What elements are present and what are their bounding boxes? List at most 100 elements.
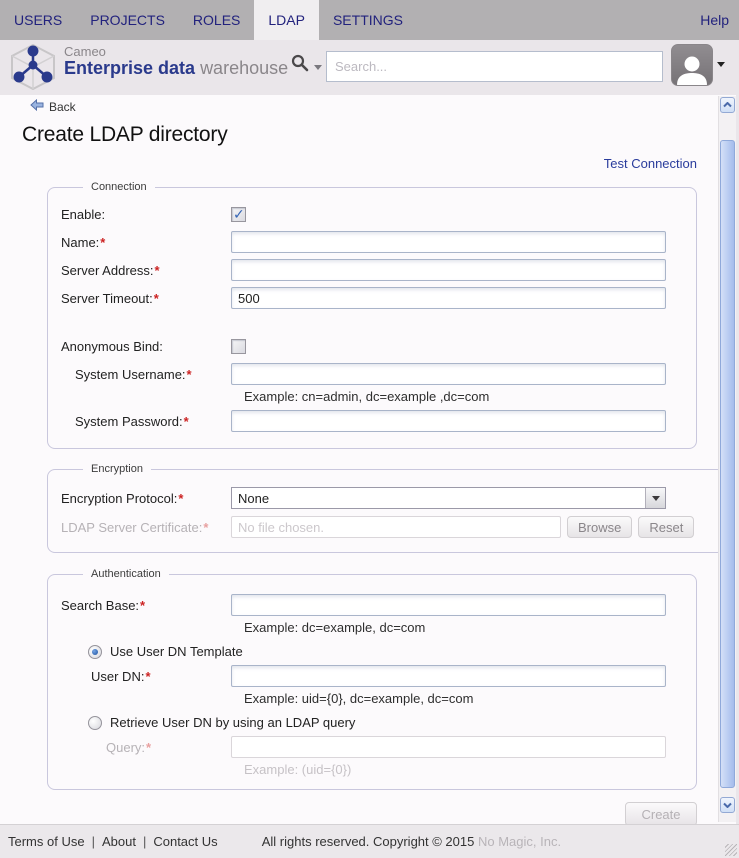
reset-button[interactable]: Reset (638, 516, 695, 538)
terms-of-use-link[interactable]: Terms of Use (8, 834, 85, 849)
nav-tab-ldap[interactable]: LDAP (254, 0, 319, 40)
ldap-query-option[interactable]: Retrieve User DN by using an LDAP query (88, 715, 666, 730)
browse-button[interactable]: Browse (567, 516, 633, 538)
user-dn-input[interactable] (231, 665, 666, 687)
enable-label: Enable: (61, 207, 106, 222)
enable-checkbox[interactable] (231, 206, 246, 223)
brand-text: Cameo Enterprise data warehouse (64, 45, 288, 78)
select-dropdown-button[interactable] (645, 488, 665, 508)
server-address-row: Server Address:* (61, 259, 666, 281)
user-menu-caret-icon[interactable] (717, 62, 725, 67)
anonymous-bind-checkbox[interactable] (231, 339, 246, 354)
ldap-query-label: Retrieve User DN by using an LDAP query (110, 715, 356, 730)
required-asterisk: * (183, 413, 189, 429)
user-dn-row: User DN:* (61, 665, 666, 687)
name-label: Name:* (61, 234, 106, 250)
connection-fieldset: Connection Enable: Name:* Server Address… (47, 181, 697, 449)
server-timeout-row: Server Timeout:* (61, 287, 666, 309)
user-dn-hint: Example: uid={0}, dc=example, dc=com (244, 691, 474, 706)
required-asterisk: * (146, 739, 152, 755)
enable-row: Enable: (61, 206, 666, 223)
required-asterisk: * (154, 262, 160, 278)
search-base-hint: Example: dc=example, dc=com (244, 620, 426, 635)
certificate-input (231, 516, 561, 538)
system-password-input[interactable] (231, 410, 666, 432)
nav-tab-users[interactable]: USERS (0, 0, 76, 40)
name-row: Name:* (61, 231, 666, 253)
required-asterisk: * (178, 490, 184, 506)
system-password-label: System Password:* (75, 413, 189, 429)
scrollbar-thumb[interactable] (720, 140, 735, 788)
brand-warehouse: warehouse (200, 57, 289, 78)
chevron-down-icon (651, 495, 660, 501)
encryption-protocol-select[interactable]: None (231, 487, 666, 509)
about-link[interactable]: About (102, 834, 136, 849)
system-username-input[interactable] (231, 363, 666, 385)
system-username-label: System Username:* (75, 366, 192, 382)
resize-grip-icon[interactable] (725, 844, 737, 856)
test-connection-link[interactable]: Test Connection (604, 156, 697, 171)
use-dn-template-radio[interactable] (88, 644, 102, 659)
top-nav-bar: USERS PROJECTS ROLES LDAP SETTINGS Help (0, 0, 739, 40)
footer-separator: | (91, 834, 95, 849)
brand-enterprise-data: Enterprise data (64, 57, 196, 78)
main-content: Back Create LDAP directory Test Connecti… (0, 95, 739, 825)
system-password-row: System Password:* (61, 410, 666, 432)
back-arrow-icon (30, 98, 44, 114)
anonymous-bind-row: Anonymous Bind: (61, 339, 666, 354)
cameo-logo-icon (8, 43, 58, 96)
server-timeout-label: Server Timeout:* (61, 290, 159, 306)
encryption-fieldset: Encryption Encryption Protocol:* None LD… (47, 463, 726, 553)
app-footer: Terms of Use | About | Contact Us All ri… (0, 824, 739, 858)
system-username-hint: Example: cn=admin, dc=example ,dc=com (244, 389, 490, 404)
authentication-fieldset: Authentication Search Base:* Example: dc… (47, 568, 697, 790)
certificate-label: LDAP Server Certificate:* (61, 519, 209, 535)
back-link[interactable]: Back (30, 98, 100, 114)
server-address-label: Server Address:* (61, 262, 160, 278)
user-avatar[interactable] (671, 44, 713, 86)
create-button[interactable]: Create (625, 802, 697, 825)
help-link[interactable]: Help (700, 0, 729, 40)
company-name: No Magic, Inc. (477, 834, 562, 849)
query-row: Query:* (61, 736, 666, 758)
query-label: Query:* (106, 739, 152, 755)
query-input (231, 736, 666, 758)
user-dn-label: User DN:* (91, 668, 151, 684)
back-label: Back (49, 99, 76, 114)
nav-tab-projects[interactable]: PROJECTS (76, 0, 179, 40)
scroll-down-button[interactable] (720, 797, 735, 813)
encryption-protocol-value: None (238, 491, 270, 506)
vertical-scrollbar[interactable] (718, 96, 736, 822)
search-input[interactable] (326, 51, 663, 82)
chevron-down-icon (723, 802, 732, 808)
chevron-up-icon (723, 102, 732, 108)
connection-legend: Connection (91, 181, 147, 193)
required-asterisk: * (100, 234, 106, 250)
ldap-query-radio[interactable] (88, 715, 102, 730)
search-scope-caret-icon[interactable] (314, 65, 322, 70)
query-hint: Example: (uid={0}) (244, 762, 352, 777)
encryption-legend: Encryption (91, 463, 143, 475)
search-base-input[interactable] (231, 594, 666, 616)
encryption-protocol-row: Encryption Protocol:* None (61, 487, 694, 509)
nav-tab-settings[interactable]: SETTINGS (319, 0, 417, 40)
footer-separator: | (142, 834, 147, 849)
brand-cameo: Cameo (64, 44, 106, 59)
required-asterisk: * (153, 290, 159, 306)
nav-tab-roles[interactable]: ROLES (179, 0, 254, 40)
server-timeout-input[interactable] (231, 287, 666, 309)
search-icon[interactable] (291, 54, 309, 77)
system-username-row: System Username:* (61, 363, 666, 385)
name-input[interactable] (231, 231, 666, 253)
authentication-legend: Authentication (91, 568, 161, 580)
search-base-label: Search Base:* (61, 597, 146, 613)
required-asterisk: * (186, 366, 192, 382)
server-address-input[interactable] (231, 259, 666, 281)
copyright-text: All rights reserved. Copyright © 2015 No… (261, 834, 562, 849)
use-dn-template-option[interactable]: Use User DN Template (88, 644, 666, 659)
required-asterisk: * (140, 597, 146, 613)
contact-us-link[interactable]: Contact Us (153, 834, 217, 849)
anonymous-bind-label: Anonymous Bind: (61, 339, 163, 354)
scroll-up-button[interactable] (720, 97, 735, 113)
required-asterisk: * (203, 519, 209, 535)
